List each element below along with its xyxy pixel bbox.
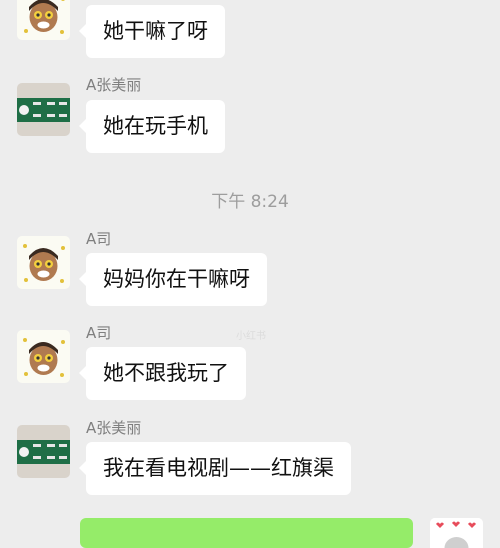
message-bubble[interactable]: 她干嘛了呀 [79, 5, 225, 58]
watermark: 小红书 [236, 331, 266, 342]
message-bubble[interactable]: 我在看电视剧——红旗渠 [79, 442, 351, 495]
message-bubble[interactable]: 妈妈你在干嘛呀 [79, 253, 267, 306]
cartoon-face-icon[interactable] [17, 330, 70, 383]
green-banner-icon[interactable] [17, 83, 70, 136]
sender-name: A司 [86, 324, 112, 342]
sender-name: A司 [86, 230, 112, 248]
time-divider: 下午 8:24 [211, 192, 289, 212]
green-banner-icon[interactable] [17, 425, 70, 478]
sender-name: A张美丽 [86, 76, 142, 94]
message-bubble[interactable]: 她不跟我玩了 [79, 347, 246, 400]
user-avatar[interactable] [430, 518, 483, 548]
sender-name: A张美丽 [86, 419, 142, 437]
outgoing-message-bubble[interactable] [80, 518, 413, 548]
cartoon-face-icon[interactable] [17, 0, 70, 40]
cartoon-face-icon[interactable] [17, 236, 70, 289]
message-bubble[interactable]: 她在玩手机 [79, 100, 225, 153]
